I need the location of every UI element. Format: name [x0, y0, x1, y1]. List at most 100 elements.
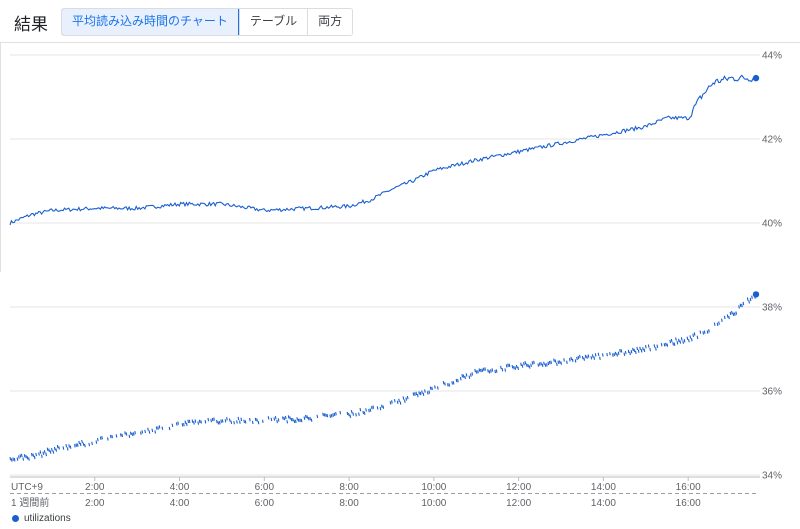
- scatter-point: [218, 421, 221, 425]
- scatter-point: [125, 432, 128, 436]
- scatter-point: [220, 419, 223, 423]
- scatter-point: [703, 330, 706, 334]
- scatter-point: [540, 361, 542, 366]
- scatter-point: [613, 352, 616, 357]
- scatter-point: [55, 448, 58, 452]
- scatter-point: [742, 301, 745, 306]
- scatter-point: [39, 450, 42, 454]
- x-tick-label: 4:00: [170, 482, 190, 493]
- scatter-point: [293, 419, 296, 424]
- scatter-point: [91, 441, 93, 446]
- x-tick-label: 10:00: [421, 498, 446, 509]
- scatter-point: [649, 347, 651, 352]
- scatter-point: [217, 421, 220, 425]
- scatter-point: [594, 353, 597, 357]
- scatter-point: [577, 355, 580, 360]
- scatter-point: [402, 396, 405, 400]
- scatter-point: [238, 420, 241, 424]
- scatter-point: [9, 456, 12, 461]
- scatter-point: [414, 392, 416, 396]
- scatter-point: [12, 457, 15, 461]
- x-tick-label: 14:00: [591, 498, 616, 509]
- scatter-point: [586, 355, 588, 359]
- scatter-point: [350, 410, 353, 414]
- scatter-point: [359, 407, 362, 412]
- scatter-point: [617, 351, 620, 356]
- scatter-point: [665, 342, 667, 347]
- scatter-point: [270, 417, 273, 422]
- scatter-point: [673, 342, 676, 346]
- scatter-point: [484, 367, 486, 371]
- scatter-point: [619, 349, 621, 353]
- scatter-point: [677, 338, 680, 343]
- scatter-point: [682, 340, 684, 344]
- scatter-point: [693, 332, 696, 336]
- scatter-point: [69, 445, 72, 449]
- scatter-point: [19, 454, 22, 458]
- scatter-point: [653, 344, 656, 348]
- scatter-point: [543, 361, 545, 366]
- y-tick-label: 44%: [762, 51, 782, 62]
- scatter-point: [739, 303, 742, 307]
- scatter-point: [672, 342, 674, 346]
- scatter-point: [49, 450, 52, 454]
- scatter-point: [459, 377, 462, 381]
- scatter-point: [391, 400, 393, 404]
- scatter-point: [686, 336, 689, 341]
- scatter-point: [292, 417, 294, 422]
- scatter-point: [304, 414, 307, 419]
- scatter-point: [527, 363, 530, 368]
- scatter-point: [41, 454, 43, 458]
- scatter-point: [330, 414, 333, 418]
- scatter-point: [656, 344, 659, 348]
- scatter-point: [43, 450, 46, 454]
- scatter-point: [669, 339, 672, 344]
- scatter-point: [563, 358, 565, 362]
- scatter-point: [332, 413, 334, 417]
- scatter-point: [553, 358, 555, 362]
- scatter-point: [211, 417, 214, 422]
- scatter-point: [300, 418, 303, 423]
- scatter-point: [751, 295, 753, 299]
- x-tick-label: 16:00: [676, 482, 701, 493]
- scatter-point: [663, 343, 666, 347]
- scatter-point: [307, 417, 310, 421]
- scatter-point: [286, 420, 289, 424]
- scatter-point: [230, 420, 233, 424]
- scatter-point: [601, 353, 604, 357]
- scatter-point: [115, 434, 118, 438]
- scatter-point: [566, 360, 568, 364]
- scatter-point: [20, 453, 23, 458]
- scatter-point: [84, 443, 86, 448]
- scatter-point: [224, 419, 227, 423]
- scatter-point: [481, 368, 484, 372]
- scatter-point: [45, 452, 48, 457]
- scatter-point: [144, 429, 146, 434]
- x-tick-label: 1 週間前: [11, 496, 49, 509]
- scatter-point: [376, 406, 379, 410]
- scatter-point: [244, 420, 247, 424]
- scatter-point: [702, 331, 705, 335]
- scatter-point: [633, 348, 636, 353]
- scatter-point: [557, 360, 560, 364]
- scatter-point: [33, 455, 36, 460]
- scatter-point: [187, 419, 190, 424]
- scatter-point: [66, 447, 69, 451]
- scatter-point: [630, 350, 633, 354]
- scatter-point: [310, 418, 313, 422]
- scatter-point: [477, 370, 479, 374]
- scatter-point: [335, 411, 337, 416]
- scatter-point: [643, 348, 646, 352]
- scatter-point: [568, 358, 571, 362]
- scatter-point: [732, 312, 735, 316]
- scatter-point: [735, 311, 738, 315]
- scatter-point: [419, 391, 422, 396]
- scatter-point: [51, 448, 53, 452]
- scatter-point: [184, 420, 187, 424]
- scatter-point: [111, 434, 113, 439]
- scatter-point: [10, 458, 13, 462]
- scatter-point: [689, 335, 692, 339]
- scatter-point: [558, 360, 561, 364]
- scatter-point: [620, 349, 623, 353]
- scatter-point: [451, 381, 454, 385]
